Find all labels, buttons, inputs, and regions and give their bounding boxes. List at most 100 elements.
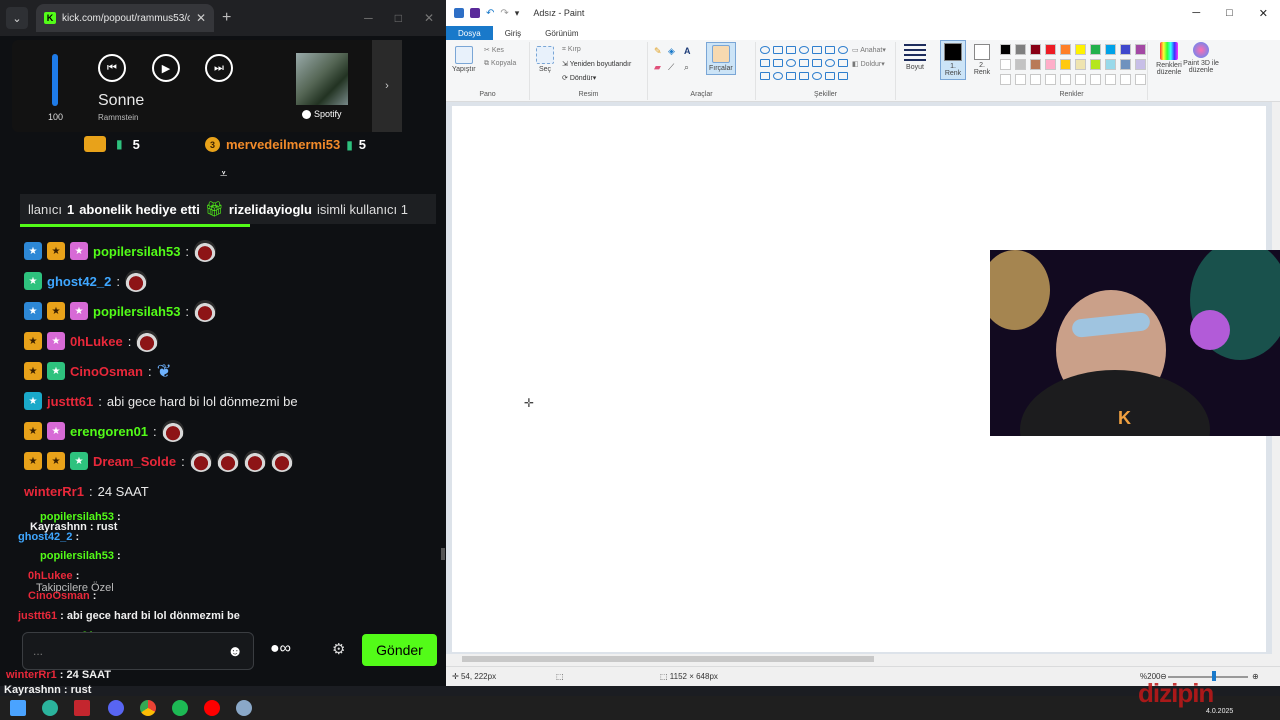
custom-color-swatch[interactable] bbox=[1015, 74, 1026, 85]
shape-icon[interactable] bbox=[760, 59, 770, 67]
color-swatch[interactable] bbox=[1120, 44, 1131, 55]
tab-close-icon[interactable]: ✕ bbox=[196, 11, 206, 25]
resize-button[interactable]: ⇲ Yeniden boyutlandır bbox=[562, 60, 631, 68]
shape-icon[interactable] bbox=[812, 72, 822, 80]
shape-icon[interactable] bbox=[773, 59, 783, 67]
maximize-icon[interactable]: □ bbox=[1226, 7, 1233, 20]
custom-color-swatch[interactable] bbox=[1105, 74, 1116, 85]
color-swatch[interactable] bbox=[1000, 44, 1011, 55]
gear-icon[interactable]: ⚙ bbox=[332, 640, 345, 658]
color-swatch[interactable] bbox=[1105, 44, 1116, 55]
shape-icon[interactable] bbox=[786, 59, 796, 67]
color-swatch[interactable] bbox=[1000, 59, 1011, 70]
shape-icon[interactable] bbox=[773, 72, 783, 80]
color-swatch[interactable] bbox=[1120, 59, 1131, 70]
windows-start-icon[interactable] bbox=[10, 700, 26, 716]
color-picker-icon[interactable]: ⟋ bbox=[668, 62, 678, 72]
custom-color-swatch[interactable] bbox=[1135, 74, 1146, 85]
youtube-icon[interactable] bbox=[204, 700, 220, 716]
custom-color-swatch[interactable] bbox=[1090, 74, 1101, 85]
discord-icon[interactable] bbox=[108, 700, 124, 716]
spotify-icon[interactable] bbox=[172, 700, 188, 716]
eraser-icon[interactable]: ▰ bbox=[654, 62, 664, 72]
copy-button[interactable]: ⧉ Kopyala bbox=[484, 60, 516, 68]
custom-color-swatch[interactable] bbox=[1075, 74, 1086, 85]
quick-access-dropdown-icon[interactable]: ▾ bbox=[515, 8, 520, 19]
chat-input[interactable] bbox=[33, 644, 228, 658]
shape-icon[interactable] bbox=[786, 46, 796, 54]
chat-username[interactable]: justtt61 bbox=[47, 394, 93, 409]
color-swatch[interactable] bbox=[1030, 44, 1041, 55]
next-track-icon[interactable]: ⏭ bbox=[205, 54, 233, 82]
zoom-in-icon[interactable]: ⊕ bbox=[1252, 672, 1259, 681]
shape-icon[interactable] bbox=[825, 46, 835, 54]
color-swatch[interactable] bbox=[1045, 59, 1056, 70]
shape-icon[interactable] bbox=[760, 46, 770, 54]
collapse-icon[interactable]: ⩡ bbox=[220, 166, 227, 182]
brushes-button[interactable]: Fırçalar bbox=[706, 42, 736, 75]
shape-icon[interactable] bbox=[825, 72, 835, 80]
tab-gorunum[interactable]: Görünüm bbox=[533, 26, 590, 40]
volume-bar[interactable] bbox=[52, 54, 58, 106]
cut-button[interactable]: ✂ Kes bbox=[484, 46, 504, 54]
paint3d-button[interactable]: Paint 3D ile düzenle bbox=[1178, 42, 1224, 74]
color1-button[interactable]: 1. Renk bbox=[940, 40, 966, 80]
emote-menu-icon[interactable]: ●∞ bbox=[270, 640, 291, 658]
shape-icon[interactable] bbox=[773, 46, 783, 54]
chat-username[interactable]: erengoren01 bbox=[70, 424, 148, 439]
scrollbar[interactable] bbox=[441, 548, 445, 560]
chat-username[interactable]: winterRr1 bbox=[24, 484, 84, 499]
tab-giris[interactable]: Giriş bbox=[493, 26, 533, 40]
color-swatch[interactable] bbox=[1090, 59, 1101, 70]
custom-color-swatch[interactable] bbox=[1060, 74, 1071, 85]
custom-color-swatch[interactable] bbox=[1120, 74, 1131, 85]
color-swatch[interactable] bbox=[1075, 59, 1086, 70]
color-swatch[interactable] bbox=[1105, 59, 1116, 70]
color-swatch[interactable] bbox=[1135, 59, 1146, 70]
gifter-name[interactable]: mervedeilmermi53 bbox=[226, 137, 340, 152]
crop-button[interactable]: ⌗ Kırp bbox=[562, 46, 581, 54]
color-swatch[interactable] bbox=[1030, 59, 1041, 70]
shape-icon[interactable] bbox=[825, 59, 835, 67]
color-swatch[interactable] bbox=[1015, 59, 1026, 70]
banner-user[interactable]: rizelidayioglu bbox=[229, 202, 312, 217]
shape-icon[interactable] bbox=[812, 59, 822, 67]
browser-tab[interactable]: K kick.com/popout/rammus53/ch ✕ bbox=[36, 4, 214, 32]
color-swatch[interactable] bbox=[1075, 44, 1086, 55]
shape-icon[interactable] bbox=[760, 72, 770, 80]
fill-bucket-icon[interactable]: ◈ bbox=[668, 46, 678, 56]
pencil-icon[interactable]: ✎ bbox=[654, 46, 664, 56]
fill-button[interactable]: ◧ Doldur▾ bbox=[852, 60, 885, 68]
minimize-icon[interactable]: ─ bbox=[1192, 7, 1200, 20]
color-swatch[interactable] bbox=[1015, 44, 1026, 55]
custom-color-swatch[interactable] bbox=[1045, 74, 1056, 85]
paint-taskbar-icon[interactable] bbox=[236, 700, 252, 716]
tab-dosya[interactable]: Dosya bbox=[446, 26, 493, 40]
shape-icon[interactable] bbox=[812, 46, 822, 54]
chrome-icon[interactable] bbox=[140, 700, 156, 716]
scroll-thumb[interactable] bbox=[462, 656, 874, 662]
text-icon[interactable]: A bbox=[684, 46, 694, 56]
edge-icon[interactable] bbox=[42, 700, 58, 716]
color2-button[interactable]: 2. Renk bbox=[970, 44, 994, 76]
custom-color-swatch[interactable] bbox=[1000, 74, 1011, 85]
previous-track-icon[interactable]: ⏮ bbox=[98, 54, 126, 82]
custom-color-swatch[interactable] bbox=[1030, 74, 1041, 85]
redo-icon[interactable]: ↷ bbox=[500, 8, 508, 19]
rotate-button[interactable]: ⟳ Döndür▾ bbox=[562, 74, 596, 82]
app-icon[interactable] bbox=[74, 700, 90, 716]
undo-icon[interactable]: ↶ bbox=[486, 8, 494, 19]
tab-search-button[interactable]: ⌄ bbox=[6, 7, 28, 29]
paste-button[interactable]: Yapıştır bbox=[452, 46, 476, 73]
shape-icon[interactable] bbox=[799, 72, 809, 80]
size-button[interactable]: Boyut bbox=[904, 44, 926, 71]
send-button[interactable]: Gönder bbox=[362, 634, 437, 666]
minimize-icon[interactable]: ─ bbox=[364, 11, 373, 25]
close-icon[interactable]: ✕ bbox=[1259, 7, 1268, 20]
maximize-icon[interactable]: □ bbox=[395, 11, 402, 25]
chat-username[interactable]: popilersilah53 bbox=[93, 304, 180, 319]
chat-username[interactable]: CinoOsman bbox=[70, 364, 143, 379]
color-swatch[interactable] bbox=[1060, 59, 1071, 70]
shape-icon[interactable] bbox=[799, 59, 809, 67]
chat-username[interactable]: 0hLukee bbox=[70, 334, 123, 349]
